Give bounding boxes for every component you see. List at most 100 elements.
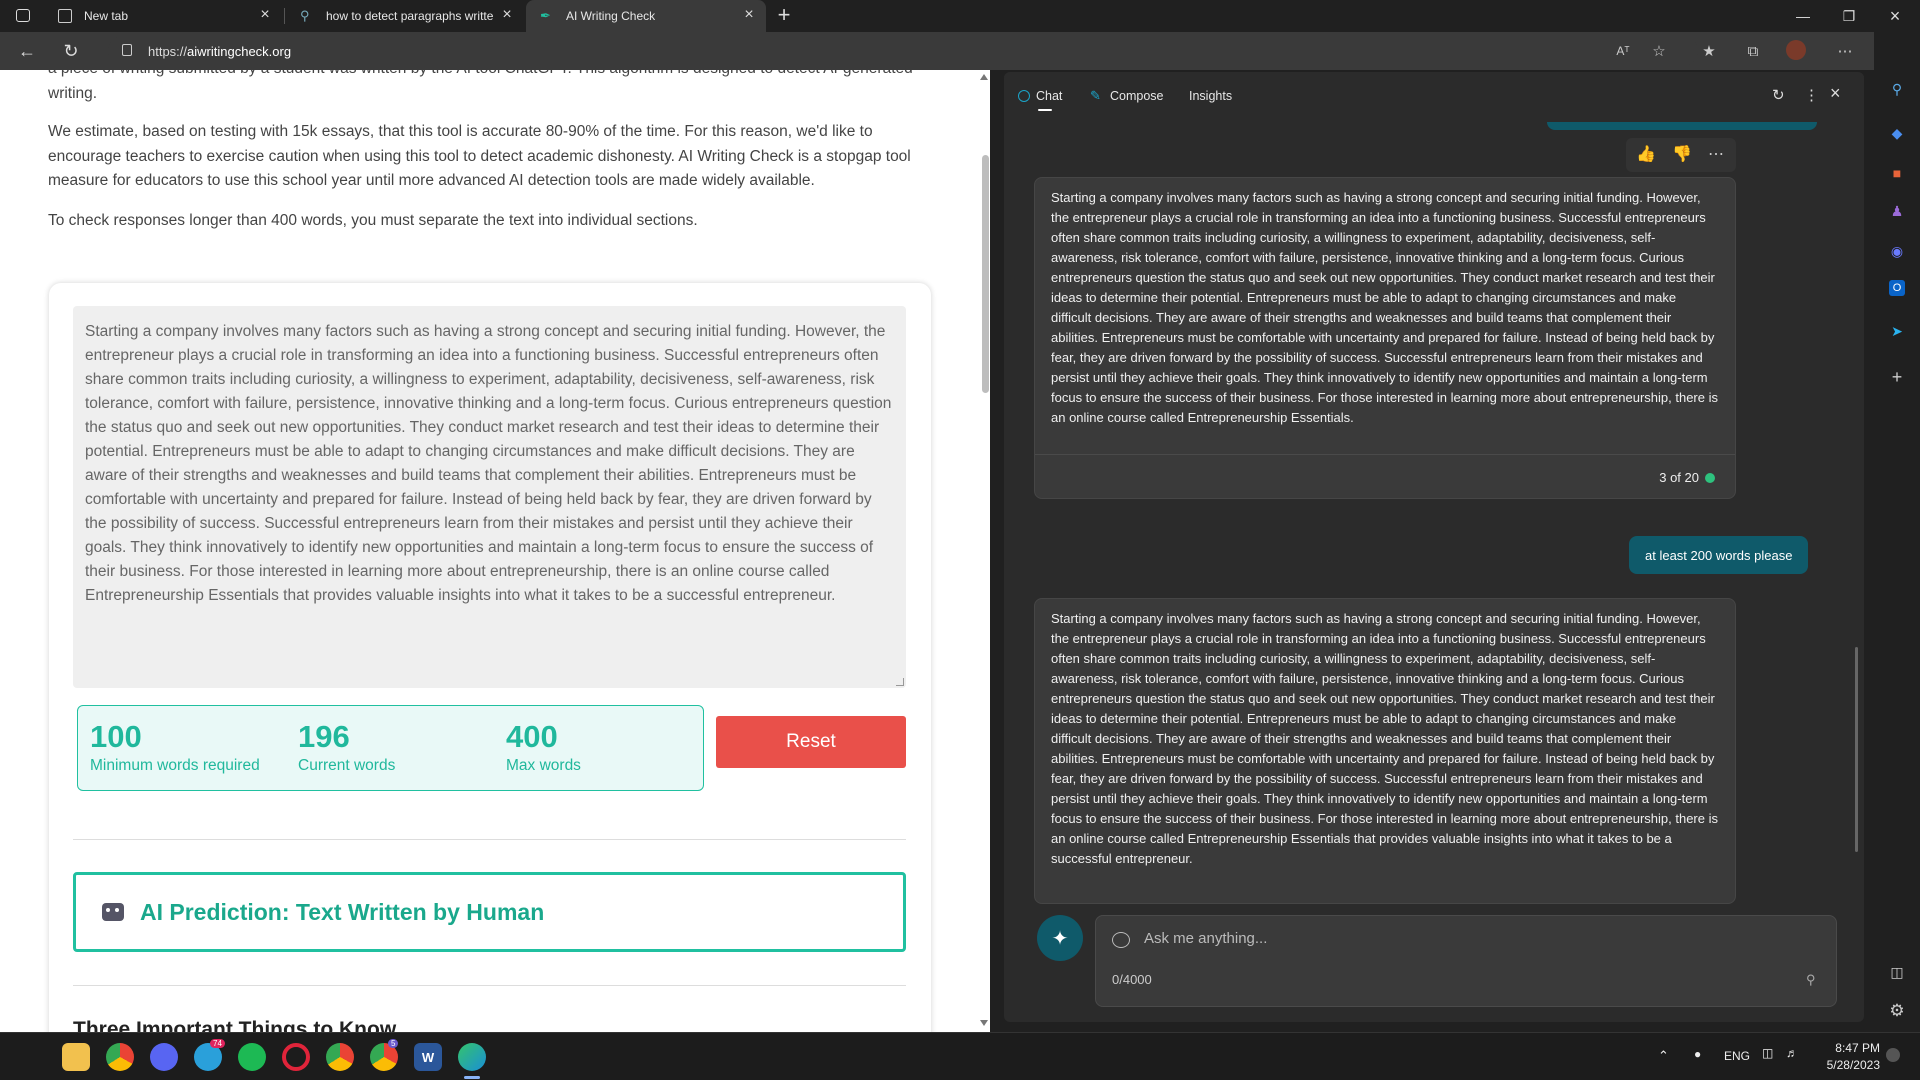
address-bar[interactable]: https://aiwritingcheck.org	[108, 36, 1698, 66]
pen-favicon-icon: ✒	[540, 8, 551, 23]
spotify-icon[interactable]	[238, 1043, 266, 1071]
chat-bubble-icon	[1112, 932, 1130, 948]
essay-textarea[interactable]: Starting a company involves many factors…	[73, 306, 906, 688]
chrome-icon[interactable]	[106, 1043, 134, 1071]
add-favorite-icon[interactable]: ☆	[1648, 40, 1670, 62]
tools-briefcase-icon[interactable]: ■	[1886, 162, 1908, 184]
telegram-badge: 74	[210, 1039, 225, 1048]
favorites-icon[interactable]: ★	[1698, 40, 1720, 62]
more-options-icon[interactable]: ⋯	[1834, 40, 1856, 62]
add-icon[interactable]: +	[1886, 366, 1908, 388]
shopping-tag-icon[interactable]: ◆	[1886, 122, 1908, 144]
feedback-bar: 👍 👎 ⋯	[1626, 138, 1736, 172]
close-pane-icon[interactable]: ×	[1830, 83, 1841, 104]
min-words-value: 100	[90, 719, 142, 754]
message-text: Starting a company involves many factors…	[1051, 190, 1718, 425]
intro-paragraph: a piece of writing submitted by a studen…	[48, 70, 913, 102]
status-dot	[1705, 473, 1715, 483]
web-page: a piece of writing submitted by a studen…	[0, 70, 990, 1032]
network-icon[interactable]: ◫	[1762, 1046, 1773, 1060]
volume-icon[interactable]: ♬	[1786, 1046, 1798, 1060]
min-words-label: Minimum words required	[90, 757, 260, 774]
collections-icon[interactable]: ⧉	[1742, 40, 1764, 62]
settings-icon[interactable]: ⚙	[1886, 1000, 1908, 1022]
close-window-icon[interactable]: ×	[1872, 0, 1918, 32]
more-options-icon[interactable]: ⋮	[1804, 86, 1819, 104]
thumbs-up-icon[interactable]: 👍	[1636, 144, 1656, 164]
word-icon[interactable]: W	[414, 1043, 442, 1071]
tab-actions-icon[interactable]	[16, 9, 30, 22]
refresh-icon[interactable]: ↻	[56, 37, 86, 65]
tab-insights[interactable]: Insights	[1189, 89, 1232, 103]
clock-time[interactable]: 8:47 PM	[1834, 1041, 1880, 1055]
tab-title: AI Writing Check	[566, 9, 656, 23]
tab-title: New tab	[84, 9, 129, 23]
back-arrow-icon[interactable]: ←	[12, 37, 42, 65]
assistant-message: Starting a company involves many factors…	[1034, 598, 1736, 904]
more-options-icon[interactable]: ⋯	[1708, 144, 1724, 164]
new-topic-button[interactable]: ✦	[1037, 915, 1083, 961]
chat-scrollbar[interactable]	[1855, 647, 1858, 852]
message-text: Starting a company involves many factors…	[1051, 611, 1718, 866]
minimize-icon[interactable]: —	[1780, 0, 1826, 32]
tab-chat[interactable]: Chat	[1018, 89, 1062, 103]
thumbs-down-icon[interactable]: 👎	[1672, 144, 1692, 164]
search-icon: ⚲	[300, 8, 310, 23]
tab-search[interactable]: ⚲ how to detect paragraphs writte ×	[286, 0, 524, 32]
tab-strip: New tab × ⚲ how to detect paragraphs wri…	[0, 0, 1920, 32]
opera-icon[interactable]	[282, 1043, 310, 1071]
compose-icon: ✎	[1090, 88, 1101, 103]
tab-ai-writing-check[interactable]: ✒ AI Writing Check ×	[526, 0, 766, 32]
discord-icon[interactable]	[150, 1043, 178, 1071]
scroll-up-arrow-icon[interactable]	[980, 74, 988, 80]
response-counter: 3 of 20	[1659, 468, 1715, 488]
windows-start-icon[interactable]	[18, 1045, 42, 1069]
pin-icon[interactable]: ⚲	[1806, 972, 1816, 988]
prediction-text: AI Prediction: Text Written by Human	[140, 898, 545, 925]
read-aloud-icon[interactable]: Aᵀ	[1612, 40, 1634, 62]
reset-button[interactable]: Reset	[716, 716, 906, 768]
restore-icon[interactable]: ❐	[1826, 0, 1872, 32]
refresh-icon[interactable]: ↻	[1772, 86, 1785, 104]
clock-date[interactable]: 5/28/2023	[1814, 1058, 1880, 1072]
file-explorer-icon[interactable]	[62, 1043, 90, 1071]
divider	[73, 985, 906, 986]
max-words-value: 400	[506, 719, 558, 754]
ask-input[interactable]: Ask me anything... 0/4000 ⚲	[1095, 915, 1837, 1007]
outlook-icon[interactable]: O	[1889, 280, 1905, 296]
assistant-message: Starting a company involves many factors…	[1034, 177, 1736, 499]
chevron-up-icon[interactable]: ⌃	[1658, 1048, 1669, 1064]
scroll-down-arrow-icon[interactable]	[980, 1020, 988, 1026]
page-scrollbar-thumb[interactable]	[982, 155, 989, 393]
new-tab-page-icon	[58, 9, 72, 23]
chat-icon	[1018, 90, 1030, 102]
tab-compose[interactable]: ✎ Compose	[1090, 88, 1164, 104]
copilot-pane: Chat ✎ Compose Insights ↻ ⋮ × make that …	[1004, 72, 1864, 1022]
tab-new-tab[interactable]: New tab ×	[44, 0, 282, 32]
close-tab-icon[interactable]: ×	[258, 7, 272, 23]
games-icon[interactable]: ♟	[1886, 200, 1908, 222]
lock-icon[interactable]	[122, 44, 132, 56]
microsoft-365-icon[interactable]: ◉	[1886, 240, 1908, 262]
notification-icon[interactable]	[1886, 1048, 1900, 1062]
chrome-badge: 5	[388, 1039, 399, 1048]
robot-icon	[102, 903, 124, 921]
current-words-stat: 196 Current words	[298, 721, 395, 775]
sidebar-layout-icon[interactable]: ◫	[1886, 961, 1908, 983]
language-indicator[interactable]: ENG	[1724, 1049, 1750, 1063]
resize-handle-icon[interactable]	[896, 678, 904, 686]
microphone-icon[interactable]: ●	[1694, 1047, 1701, 1061]
search-icon[interactable]: ⚲	[1886, 78, 1908, 100]
chrome-profile-icon[interactable]	[326, 1043, 354, 1071]
prediction-box: AI Prediction: Text Written by Human	[73, 872, 906, 952]
current-words-label: Current words	[298, 757, 396, 774]
send-icon[interactable]: ➤	[1886, 320, 1908, 342]
edge-icon[interactable]	[458, 1043, 486, 1071]
close-tab-icon[interactable]: ×	[500, 7, 514, 23]
url-text: https://aiwritingcheck.org	[148, 43, 292, 59]
new-tab-button[interactable]: +	[772, 4, 796, 28]
profile-avatar[interactable]	[1786, 40, 1806, 60]
broom-icon: ✦	[1051, 927, 1069, 950]
close-tab-icon[interactable]: ×	[742, 7, 756, 23]
max-words-stat: 400 Max words	[506, 721, 581, 775]
